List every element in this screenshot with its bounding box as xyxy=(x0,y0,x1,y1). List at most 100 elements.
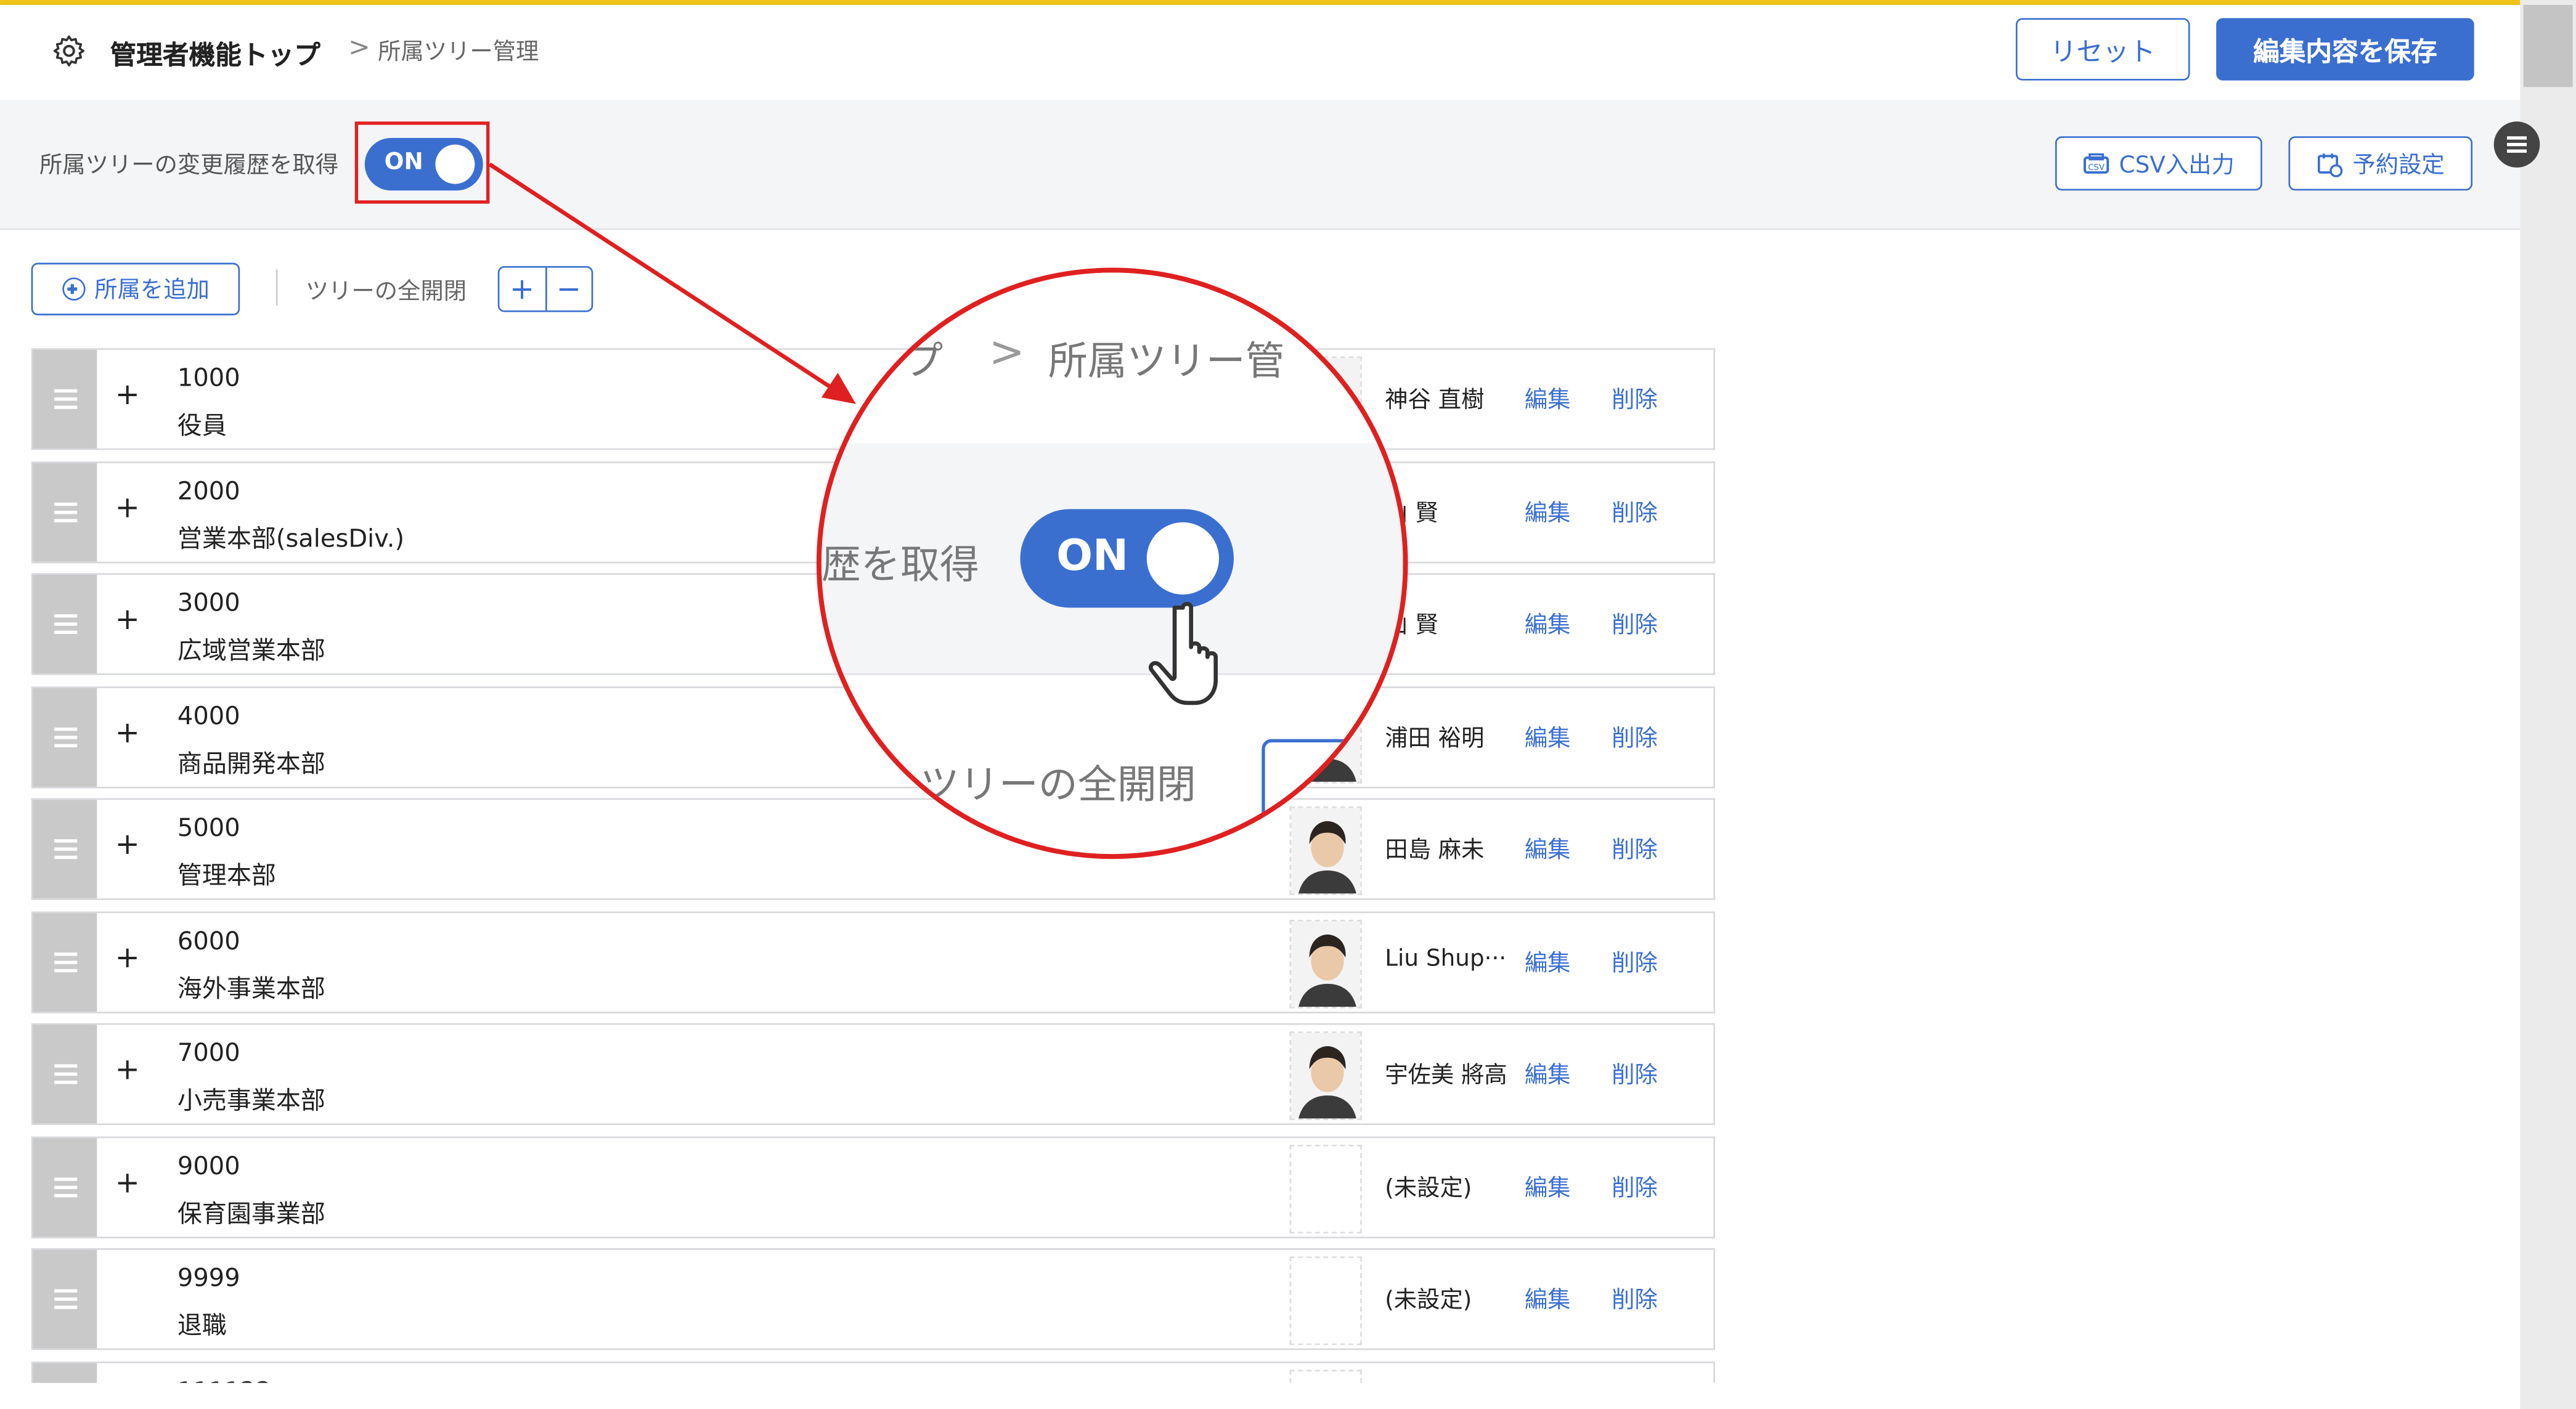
zoom-toggle-knob xyxy=(1146,522,1220,595)
department-code: 1000 xyxy=(177,363,240,393)
manager-name: 山 賢 xyxy=(1385,612,1438,639)
manager-name: (未設定) xyxy=(1385,1287,1472,1314)
zoom-expand-button xyxy=(1262,739,1377,838)
drag-handle[interactable] xyxy=(33,800,97,899)
reserve-settings-button[interactable]: 予約設定 xyxy=(2288,136,2473,191)
expand-node-icon[interactable]: + xyxy=(115,715,140,750)
manager-name: 神谷 直樹 xyxy=(1385,388,1485,414)
department-code: 5000 xyxy=(177,813,240,843)
zoom-history-toggle: ON xyxy=(1020,509,1234,608)
delete-link[interactable]: 削除 xyxy=(1612,495,1658,528)
zoom-toggle-label: 歴を取得 xyxy=(821,542,979,588)
delete-link[interactable]: 削除 xyxy=(1612,720,1658,753)
drag-handle[interactable] xyxy=(33,462,97,561)
expand-node-icon[interactable]: + xyxy=(115,378,140,412)
department-code: 9000 xyxy=(177,1150,240,1180)
department-code: 3000 xyxy=(177,588,240,618)
expand-node-icon[interactable]: + xyxy=(115,828,140,863)
department-name: 営業本部(salesDiv.) xyxy=(177,523,405,553)
manager-name: (未設定) xyxy=(1385,1175,1472,1202)
scrollbar-thumb[interactable] xyxy=(2523,4,2573,87)
plus-circle-icon xyxy=(61,277,85,301)
tree-row[interactable]: + 7000 小売事業本部 宇佐美 將高 編集 削除 xyxy=(31,1023,1716,1126)
avatar xyxy=(1289,1143,1362,1233)
department-name: 退職 xyxy=(177,1310,227,1341)
save-button[interactable]: 編集内容を保存 xyxy=(2216,18,2474,81)
breadcrumb-admin-top[interactable]: 管理者機能トップ xyxy=(110,33,320,72)
manager-name: 宇佐美 將高 xyxy=(1385,1062,1507,1089)
drag-handle[interactable] xyxy=(33,687,97,786)
department-code: 7000 xyxy=(177,1037,240,1068)
edit-link[interactable]: 編集 xyxy=(1525,720,1571,753)
edit-link[interactable]: 編集 xyxy=(1525,495,1571,528)
collapse-all-button[interactable]: − xyxy=(546,268,591,311)
tree-row[interactable]: + 5000 管理本部 田島 麻未 編集 削除 xyxy=(31,798,1716,900)
delete-link[interactable]: 削除 xyxy=(1612,383,1658,415)
department-code: 6000 xyxy=(177,925,240,956)
avatar xyxy=(1289,1256,1362,1346)
zoom-callout: プ > 所属ツリー管 歴を取得 ON ツリーの全開閉 xyxy=(816,267,1408,859)
zoom-breadcrumb-separator: > xyxy=(988,328,1025,378)
tree-row[interactable]: + 6000 海外事業本部 Liu Shup··· 編集 削除 xyxy=(31,911,1716,1013)
highlight-box xyxy=(354,121,490,204)
edit-link[interactable]: 編集 xyxy=(1525,1058,1571,1090)
avatar-image xyxy=(1291,920,1361,1006)
delete-link[interactable]: 削除 xyxy=(1612,607,1658,640)
delete-link[interactable]: 削除 xyxy=(1612,1283,1658,1315)
manager-name: Liu Shup··· xyxy=(1385,945,1507,972)
department-name: 役員 xyxy=(177,410,227,441)
drag-handle[interactable] xyxy=(33,1137,97,1236)
expand-collapse-group: + − xyxy=(497,266,593,312)
zoom-breadcrumb-fragment: プ xyxy=(903,338,944,384)
expand-node-icon[interactable]: + xyxy=(115,1053,140,1087)
department-name: 商品開発本部 xyxy=(177,748,325,778)
department-name: 管理本部 xyxy=(177,860,276,890)
breadcrumb-current: 所属ツリー管理 xyxy=(378,39,539,66)
expand-node-icon[interactable]: + xyxy=(115,603,140,637)
reserve-settings-label: 予約設定 xyxy=(2352,152,2445,179)
avatar-image xyxy=(1291,1033,1361,1119)
breadcrumb-separator: > xyxy=(348,31,370,63)
edit-link[interactable]: 編集 xyxy=(1525,383,1571,415)
expand-node-icon[interactable]: + xyxy=(115,1165,140,1200)
expand-collapse-label: ツリーの全開閉 xyxy=(305,279,467,306)
expand-all-button[interactable]: + xyxy=(499,267,547,311)
edit-link[interactable]: 編集 xyxy=(1525,945,1571,978)
edit-link[interactable]: 編集 xyxy=(1525,1283,1571,1315)
manager-name: 田島 麻未 xyxy=(1385,837,1485,864)
reset-button[interactable]: リセット xyxy=(2015,18,2190,81)
gear-icon[interactable] xyxy=(51,33,88,69)
edit-link[interactable]: 編集 xyxy=(1525,833,1571,866)
delete-link[interactable]: 削除 xyxy=(1612,833,1658,866)
delete-link[interactable]: 削除 xyxy=(1612,1170,1658,1203)
department-name: 広域営業本部 xyxy=(177,635,325,665)
drag-handle[interactable] xyxy=(33,912,97,1011)
avatar xyxy=(1289,1031,1362,1121)
edit-link[interactable]: 編集 xyxy=(1525,1170,1571,1203)
add-department-button[interactable]: 所属を追加 xyxy=(31,262,240,315)
department-name: 小売事業本部 xyxy=(177,1086,325,1116)
drag-handle[interactable] xyxy=(33,575,97,673)
manager-name: 浦田 裕明 xyxy=(1385,725,1485,752)
tree-row[interactable]: 9999 退職 (未設定) 編集 削除 xyxy=(31,1248,1716,1350)
department-code: 9999 xyxy=(177,1263,240,1293)
department-name: 海外事業本部 xyxy=(177,973,325,1003)
expand-node-icon[interactable]: + xyxy=(115,490,140,525)
tree-row[interactable]: + 111122 xyxy=(31,1360,1716,1383)
tree-row[interactable]: + 9000 保育園事業部 (未設定) 編集 削除 xyxy=(31,1135,1716,1238)
csv-io-button[interactable]: CSV CSV入出力 xyxy=(2055,136,2262,191)
drag-handle[interactable] xyxy=(33,1249,97,1349)
drag-handle[interactable] xyxy=(33,1025,97,1124)
delete-link[interactable]: 削除 xyxy=(1612,1058,1658,1090)
drag-handle[interactable] xyxy=(33,1362,97,1383)
drag-handle[interactable] xyxy=(33,349,97,449)
csv-io-label: CSV入出力 xyxy=(2119,152,2235,179)
department-code: 111122 xyxy=(177,1376,272,1383)
delete-link[interactable]: 削除 xyxy=(1612,945,1658,978)
hamburger-menu-icon[interactable] xyxy=(2493,121,2540,168)
scrollbar-track[interactable] xyxy=(2520,0,2576,1409)
hand-cursor-icon xyxy=(1149,602,1218,705)
expand-node-icon[interactable]: + xyxy=(115,940,140,975)
app-window: 管理者機能トップ > 所属ツリー管理 リセット 編集内容を保存 所属ツリーの変更… xyxy=(0,0,2576,1409)
edit-link[interactable]: 編集 xyxy=(1525,607,1571,640)
